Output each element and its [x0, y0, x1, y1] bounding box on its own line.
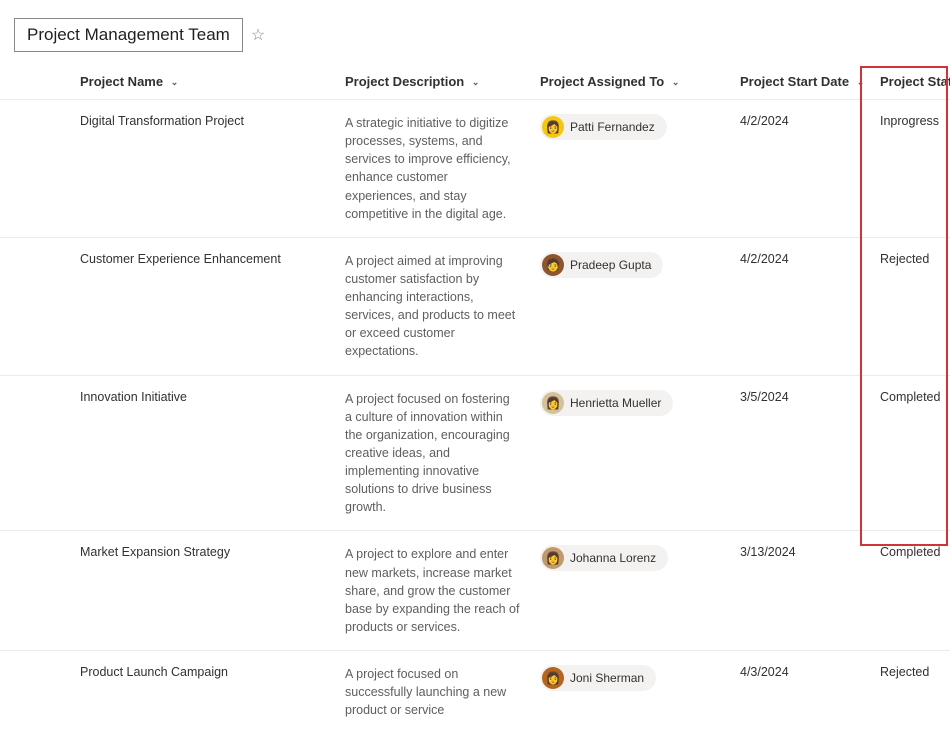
table-header-row: Project Name ⌄ Project Description ⌄ Pro…	[0, 62, 950, 100]
table-row[interactable]: Digital Transformation ProjectA strategi…	[0, 100, 950, 238]
assignee-chip[interactable]: 👩 Johanna Lorenz	[540, 545, 668, 571]
column-header-name[interactable]: Project Name ⌄	[70, 62, 335, 100]
projects-table: Project Name ⌄ Project Description ⌄ Pro…	[0, 62, 950, 733]
project-name-cell[interactable]: Customer Experience Enhancement	[70, 237, 335, 375]
column-header-description[interactable]: Project Description ⌄	[335, 62, 530, 100]
avatar: 👩	[542, 547, 564, 569]
column-spacer	[0, 62, 70, 100]
project-description-cell: A strategic initiative to digitize proce…	[335, 100, 530, 238]
status-cell: Completed	[870, 375, 950, 531]
page-title[interactable]: Project Management Team	[14, 18, 243, 52]
project-name-cell[interactable]: Product Launch Campaign	[70, 651, 335, 733]
column-header-status[interactable]: Project Status	[870, 62, 950, 100]
table-row[interactable]: Innovation InitiativeA project focused o…	[0, 375, 950, 531]
project-description-cell: A project aimed at improving customer sa…	[335, 237, 530, 375]
assignee-name: Patti Fernandez	[570, 120, 655, 134]
assignee-name: Pradeep Gupta	[570, 258, 651, 272]
assignee-name: Joni Sherman	[570, 671, 644, 685]
assignee-name: Johanna Lorenz	[570, 551, 656, 565]
start-date-cell: 4/2/2024	[730, 237, 870, 375]
column-header-label: Project Status	[880, 74, 950, 89]
chevron-down-icon: ⌄	[857, 77, 865, 88]
assignee-chip[interactable]: 👩 Henrietta Mueller	[540, 390, 673, 416]
avatar: 👩	[542, 667, 564, 689]
assigned-to-cell: 👩 Patti Fernandez	[530, 100, 730, 238]
chevron-down-icon: ⌄	[672, 77, 680, 88]
assigned-to-cell: 👩 Henrietta Mueller	[530, 375, 730, 531]
row-spacer	[0, 531, 70, 651]
table-row[interactable]: Customer Experience EnhancementA project…	[0, 237, 950, 375]
chevron-down-icon: ⌄	[472, 77, 480, 88]
column-header-start-date[interactable]: Project Start Date ⌄	[730, 62, 870, 100]
column-header-label: Project Assigned To	[540, 74, 664, 89]
favorite-star-icon[interactable]: ☆	[251, 25, 265, 45]
avatar: 👩	[542, 116, 564, 138]
table-row[interactable]: Market Expansion StrategyA project to ex…	[0, 531, 950, 651]
assignee-chip[interactable]: 👩 Patti Fernandez	[540, 114, 667, 140]
project-description-cell: A project focused on successfully launch…	[335, 651, 530, 733]
row-spacer	[0, 100, 70, 238]
column-header-label: Project Start Date	[740, 74, 849, 89]
project-name-cell[interactable]: Innovation Initiative	[70, 375, 335, 531]
project-description-cell: A project to explore and enter new marke…	[335, 531, 530, 651]
start-date-cell: 3/13/2024	[730, 531, 870, 651]
start-date-cell: 4/3/2024	[730, 651, 870, 733]
column-header-assigned[interactable]: Project Assigned To ⌄	[530, 62, 730, 100]
avatar: 👩	[542, 392, 564, 414]
table-row[interactable]: Product Launch CampaignA project focused…	[0, 651, 950, 733]
assignee-chip[interactable]: 👩 Joni Sherman	[540, 665, 656, 691]
assigned-to-cell: 👩 Joni Sherman	[530, 651, 730, 733]
assigned-to-cell: 🧑 Pradeep Gupta	[530, 237, 730, 375]
start-date-cell: 3/5/2024	[730, 375, 870, 531]
row-spacer	[0, 375, 70, 531]
assignee-chip[interactable]: 🧑 Pradeep Gupta	[540, 252, 663, 278]
row-spacer	[0, 237, 70, 375]
status-cell: Rejected	[870, 651, 950, 733]
row-spacer	[0, 651, 70, 733]
assignee-name: Henrietta Mueller	[570, 396, 661, 410]
column-header-label: Project Description	[345, 74, 464, 89]
project-name-cell[interactable]: Market Expansion Strategy	[70, 531, 335, 651]
status-cell: Inprogress	[870, 100, 950, 238]
column-header-label: Project Name	[80, 74, 163, 89]
status-cell: Completed	[870, 531, 950, 651]
title-row: Project Management Team ☆	[0, 0, 950, 62]
chevron-down-icon: ⌄	[171, 77, 179, 88]
avatar: 🧑	[542, 254, 564, 276]
status-cell: Rejected	[870, 237, 950, 375]
project-description-cell: A project focused on fostering a culture…	[335, 375, 530, 531]
assigned-to-cell: 👩 Johanna Lorenz	[530, 531, 730, 651]
start-date-cell: 4/2/2024	[730, 100, 870, 238]
project-name-cell[interactable]: Digital Transformation Project	[70, 100, 335, 238]
